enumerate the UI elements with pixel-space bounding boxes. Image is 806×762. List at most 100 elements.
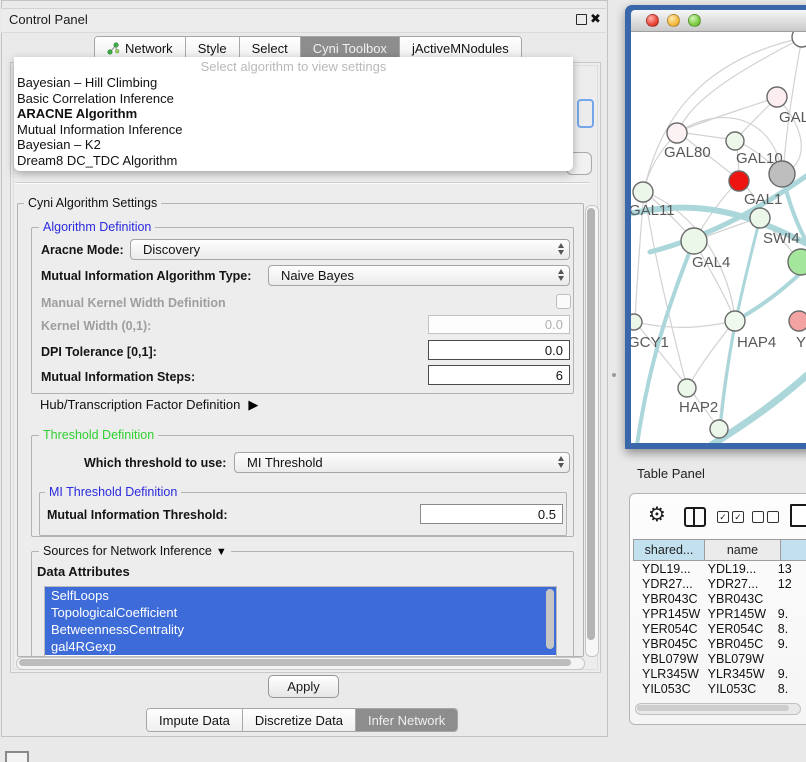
table-horizontal-scrollbar[interactable]	[635, 703, 801, 715]
manual-kernel-checkbox[interactable]	[556, 294, 571, 309]
tab-discretize-data[interactable]: Discretize Data	[243, 709, 356, 731]
network-node-label: HAP2	[679, 399, 718, 416]
which-threshold-combo[interactable]: MI Threshold	[234, 452, 570, 473]
network-window-titlebar[interactable]	[631, 10, 806, 32]
network-node-swi4[interactable]	[750, 208, 770, 228]
dropdown-item-mutual-information-inference[interactable]: Mutual Information Inference	[17, 122, 567, 138]
zoom-traffic-light[interactable]	[688, 14, 701, 27]
mi-steps-field[interactable]: 6	[428, 365, 570, 385]
divider-handle[interactable]	[612, 373, 616, 377]
data-attributes-list[interactable]: SelfLoopsTopologicalCoefficientBetweenne…	[44, 586, 557, 657]
mi-type-combo[interactable]: Naive Bayes	[268, 265, 570, 286]
tab-jactivemnodules[interactable]: jActiveMNodules	[400, 37, 521, 59]
table-cell: YIL053C	[634, 682, 700, 693]
control-panel-titlebar[interactable]	[1, 8, 606, 33]
network-node-gal[interactable]	[767, 87, 787, 107]
checkbox-checked-icon: ✓	[732, 511, 744, 523]
table-row[interactable]: YER054CYER054C8.	[634, 622, 806, 637]
dpi-tolerance-field[interactable]: 0.0	[428, 340, 570, 360]
network-node-gal80[interactable]	[667, 123, 687, 143]
mi-type-value: Naive Bayes	[281, 268, 354, 283]
network-edge[interactable]	[783, 38, 802, 173]
mi-threshold-field[interactable]: 0.5	[420, 504, 563, 524]
dropdown-item-dream8-dc-tdc-algorithm[interactable]: Dream8 DC_TDC Algorithm	[17, 153, 567, 169]
network-edge[interactable]	[644, 191, 687, 387]
attribute-item-gal4rgexp[interactable]: gal4RGexp	[45, 638, 556, 655]
kernel-width-field[interactable]: 0.0	[428, 315, 570, 334]
table-row[interactable]: YDR27...YDR27...12	[634, 577, 806, 592]
table-row[interactable]: YBL079WYBL079W	[634, 652, 806, 667]
network-node-gal4[interactable]	[681, 228, 707, 254]
network-node-label: GAL11	[631, 202, 675, 219]
tab-network[interactable]: Network	[95, 37, 186, 59]
close-traffic-light[interactable]	[646, 14, 659, 27]
table-row[interactable]: YDL19...YDL19...13	[634, 562, 806, 577]
hub-definition-toggle[interactable]: Hub/Transcription Factor Definition▶	[40, 397, 258, 413]
tab-cyni-toolbox[interactable]: Cyni Toolbox	[301, 37, 400, 59]
document-icon[interactable]	[790, 504, 806, 527]
network-canvas[interactable]: GALGAL80GAL10GAL1GAL11SWI4GAL4GCY1HAP4YH…	[631, 32, 806, 443]
network-node-gal10[interactable]	[726, 132, 744, 150]
network-node[interactable]	[788, 249, 806, 275]
dropdown-item-aracne-algorithm[interactable]: ARACNE Algorithm	[17, 106, 567, 122]
tab-select[interactable]: Select	[240, 37, 301, 59]
aracne-mode-combo[interactable]: Discovery	[130, 239, 570, 260]
tab-impute-data[interactable]: Impute Data	[147, 709, 243, 731]
table-cell: YLR345W	[700, 667, 770, 682]
list-scrollbar[interactable]	[546, 589, 554, 649]
tab-label: jActiveMNodules	[412, 41, 509, 56]
network-node-gal11[interactable]	[633, 182, 653, 202]
scrollbar-thumb[interactable]	[637, 705, 789, 711]
network-node[interactable]	[769, 161, 795, 187]
column-header-name[interactable]: name	[704, 539, 781, 561]
scrollbar-thumb[interactable]	[19, 659, 571, 666]
apply-button[interactable]: Apply	[268, 675, 339, 698]
table-row[interactable]: YIL053CYIL053C8.	[634, 682, 806, 693]
table-row[interactable]: YBR043CYBR043C	[634, 592, 806, 607]
tab-style[interactable]: Style	[186, 37, 240, 59]
network-node-hap4[interactable]	[725, 311, 745, 331]
checked-columns-icon[interactable]: ✓ ✓	[717, 511, 744, 523]
split-table-icon[interactable]	[684, 507, 706, 527]
network-node-y[interactable]	[789, 311, 806, 331]
float-window-icon[interactable]	[576, 14, 587, 25]
network-edge[interactable]	[678, 97, 777, 132]
network-node-gcy1[interactable]	[631, 314, 642, 330]
separator-line	[15, 182, 590, 184]
unchecked-columns-icon[interactable]	[752, 511, 779, 523]
mi-threshold-definition-title: MI Threshold Definition	[45, 485, 181, 499]
table-row[interactable]: YBR045CYBR045C9.	[634, 637, 806, 652]
attribute-item-betweennesscentrality[interactable]: BetweennessCentrality	[45, 621, 556, 638]
network-graph[interactable]: GALGAL80GAL10GAL1GAL11SWI4GAL4GCY1HAP4YH…	[631, 32, 806, 443]
scrollbar-thumb[interactable]	[587, 208, 595, 640]
network-edge[interactable]	[635, 321, 735, 327]
attribute-item-selfloops[interactable]: SelfLoops	[45, 587, 556, 604]
attribute-item-topologicalcoefficient[interactable]: TopologicalCoefficient	[45, 604, 556, 621]
dropdown-item-basic-correlation-inference[interactable]: Basic Correlation Inference	[17, 91, 567, 107]
network-view-window[interactable]: GALGAL80GAL10GAL1GAL11SWI4GAL4GCY1HAP4YH…	[625, 5, 806, 449]
table-row[interactable]: YPR145WYPR145W9.	[634, 607, 806, 622]
table-row[interactable]: YLR345WYLR345W9.	[634, 667, 806, 682]
settings-vertical-scrollbar[interactable]	[585, 205, 599, 657]
network-node-hap2[interactable]	[678, 379, 696, 397]
network-edge[interactable]	[688, 320, 735, 387]
gear-icon[interactable]: ⚙	[648, 505, 666, 525]
close-icon[interactable]: ✖	[590, 11, 601, 27]
column-header-shared-[interactable]: shared...	[633, 539, 705, 561]
network-node-gal1[interactable]	[729, 171, 749, 191]
table-cell: 12	[770, 577, 806, 592]
tab-infer-network[interactable]: Infer Network	[356, 709, 457, 731]
column-header-clipped[interactable]	[780, 539, 806, 561]
sources-group-title[interactable]: Sources for Network Inference▼	[39, 544, 231, 558]
minimize-traffic-light[interactable]	[667, 14, 680, 27]
table-cell: YER054C	[700, 622, 770, 637]
network-node[interactable]	[710, 420, 728, 438]
settings-horizontal-scrollbar[interactable]	[16, 657, 585, 670]
dropdown-item-bayesian-k2[interactable]: Bayesian – K2	[17, 137, 567, 153]
expanded-arrow-icon: ▼	[216, 546, 227, 558]
dropdown-item-bayesian-hill-climbing[interactable]: Bayesian – Hill Climbing	[17, 75, 567, 91]
network-node[interactable]	[792, 32, 806, 47]
stepper-icon	[558, 456, 564, 468]
corner-widget-icon[interactable]	[5, 751, 29, 762]
table-cell: YDR27...	[634, 577, 700, 592]
